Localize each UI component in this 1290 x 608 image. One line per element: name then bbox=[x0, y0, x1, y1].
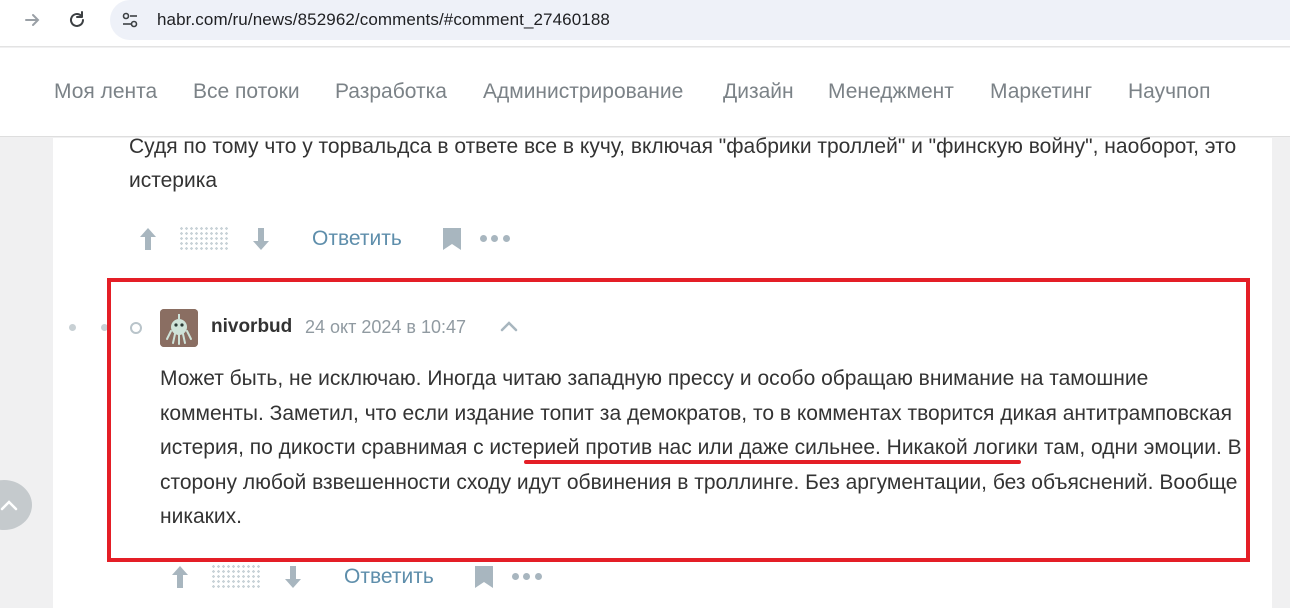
previous-comment-text: Судя по тому что у торвальдса в ответе в… bbox=[129, 135, 1237, 192]
vote-down-icon[interactable] bbox=[250, 226, 272, 252]
nav-item-marketing[interactable]: Маркетинг bbox=[990, 80, 1092, 104]
score-placeholder bbox=[211, 564, 260, 590]
browser-toolbar: habr.com/ru/news/852962/comments/#commen… bbox=[0, 0, 1290, 47]
scroll-to-top-button[interactable] bbox=[0, 480, 32, 530]
more-options-icon[interactable] bbox=[479, 235, 510, 243]
vote-up-icon[interactable] bbox=[137, 226, 159, 252]
thread-dot bbox=[69, 324, 76, 331]
nav-item-all-streams[interactable]: Все потоки bbox=[193, 80, 300, 104]
bookmark-icon[interactable] bbox=[442, 227, 462, 251]
forward-icon[interactable] bbox=[19, 6, 47, 34]
vote-down-icon[interactable] bbox=[282, 564, 304, 590]
reload-icon[interactable] bbox=[63, 6, 91, 34]
bookmark-icon[interactable] bbox=[474, 565, 494, 589]
previous-comment-actions: Ответить bbox=[137, 226, 510, 252]
more-options-icon[interactable] bbox=[511, 573, 542, 581]
url-text[interactable]: habr.com/ru/news/852962/comments/#commen… bbox=[157, 10, 610, 30]
nav-item-management[interactable]: Менеджмент bbox=[828, 80, 954, 104]
highlight-annotation-box bbox=[107, 278, 1250, 562]
nav-item-design[interactable]: Дизайн bbox=[723, 80, 794, 104]
site-settings-icon[interactable] bbox=[120, 10, 140, 30]
score-placeholder bbox=[179, 226, 228, 252]
nav-item-popsci[interactable]: Научпоп bbox=[1128, 80, 1210, 104]
comment-actions: Ответить bbox=[169, 564, 542, 590]
chevron-up-icon bbox=[0, 500, 18, 511]
address-bar[interactable]: habr.com/ru/news/852962/comments/#commen… bbox=[110, 0, 1290, 40]
nav-item-development[interactable]: Разработка bbox=[335, 80, 447, 104]
habr-top-nav: Моя лента Все потоки Разработка Админист… bbox=[0, 48, 1290, 137]
reply-button[interactable]: Ответить bbox=[312, 227, 402, 251]
vote-up-icon[interactable] bbox=[169, 564, 191, 590]
reply-button[interactable]: Ответить bbox=[344, 565, 434, 589]
nav-item-my-feed[interactable]: Моя лента bbox=[54, 80, 157, 104]
nav-item-administration[interactable]: Администрирование bbox=[483, 80, 683, 104]
